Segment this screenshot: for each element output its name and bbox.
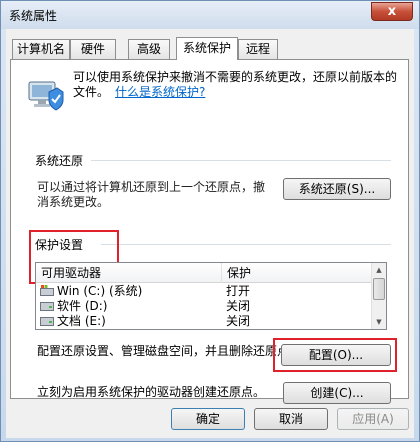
drive-row-d[interactable]: 软件 (D:) 关闭 bbox=[36, 299, 372, 314]
tab-computer-name[interactable]: 计算机名 bbox=[12, 39, 70, 59]
system-protection-icon bbox=[28, 81, 64, 111]
drive-icon bbox=[40, 302, 54, 311]
ok-button[interactable]: 确定 bbox=[171, 408, 245, 430]
what-is-system-protection-link[interactable]: 什么是系统保护? bbox=[115, 85, 205, 99]
create-description: 立刻为启用系统保护的驱动器创建还原点。 bbox=[37, 385, 266, 399]
protection-settings-separator bbox=[101, 244, 391, 245]
tab-system-protection[interactable]: 系统保护 bbox=[176, 37, 238, 60]
drive-row-e[interactable]: 文档 (E:) 关闭 bbox=[36, 314, 372, 329]
close-icon: x bbox=[387, 4, 397, 19]
column-protection[interactable]: 保护 bbox=[222, 263, 372, 283]
system-restore-separator bbox=[91, 160, 391, 161]
column-available-drives[interactable]: 可用驱动器 bbox=[36, 263, 222, 283]
scroll-up-arrow-icon[interactable]: ▲ bbox=[372, 263, 386, 277]
drive-protection-status: 关闭 bbox=[226, 314, 251, 328]
tab-hardware[interactable]: 硬件 bbox=[70, 39, 116, 59]
configure-description: 配置还原设置、管理磁盘空间，并且删除还原点。 bbox=[37, 344, 302, 358]
drive-name-cell: Win (C:) (系统) bbox=[40, 284, 142, 299]
close-button[interactable]: x bbox=[371, 2, 413, 21]
title-bar[interactable]: 系统属性 x bbox=[1, 1, 419, 29]
system-restore-description: 可以通过将计算机还原到上一个还原点，撤消系统更改。 bbox=[37, 180, 266, 209]
drive-name-cell: 文档 (E:) bbox=[40, 314, 106, 329]
drive-name: 软件 (D:) bbox=[57, 299, 108, 313]
apply-button[interactable]: 应用(A) bbox=[337, 408, 409, 430]
window-title: 系统属性 bbox=[9, 9, 58, 23]
drive-protection-status: 打开 bbox=[226, 284, 251, 298]
intro-text-block: 可以使用系统保护来撤消不需要的系统更改，还原以前版本的文件。 什么是系统保护? bbox=[73, 70, 398, 100]
scroll-thumb[interactable] bbox=[373, 278, 385, 300]
create-button[interactable]: 创建(C)... bbox=[283, 382, 391, 404]
drive-icon bbox=[40, 317, 54, 326]
drive-protection-status: 关闭 bbox=[226, 299, 251, 313]
tab-remote[interactable]: 远程 bbox=[238, 39, 278, 59]
system-properties-window: 系统属性 x 计算机名 硬件 高级 系统保护 远程 可以使用系统保护来撤消不需要… bbox=[0, 0, 420, 442]
drives-list[interactable]: 可用驱动器 保护 Win (C:) (系统) 打开 软件 (D:) 关闭 文档 … bbox=[35, 262, 387, 330]
system-restore-group-title: 系统还原 bbox=[35, 154, 84, 168]
windows-drive-icon bbox=[40, 285, 54, 296]
system-protection-panel: 可以使用系统保护来撤消不需要的系统更改，还原以前版本的文件。 什么是系统保护? 系… bbox=[10, 59, 409, 404]
system-restore-button[interactable]: 系统还原(S)... bbox=[283, 178, 391, 200]
drives-list-scrollbar[interactable]: ▲ ▼ bbox=[371, 263, 386, 329]
tab-advanced[interactable]: 高级 bbox=[128, 39, 170, 59]
highlight-box-configure bbox=[273, 338, 397, 372]
drive-name-cell: 软件 (D:) bbox=[40, 299, 107, 314]
drives-list-header: 可用驱动器 保护 bbox=[36, 263, 372, 283]
scroll-down-arrow-icon[interactable]: ▼ bbox=[372, 315, 386, 329]
drive-name: Win (C:) (系统) bbox=[57, 284, 143, 298]
dialog-client-area: 计算机名 硬件 高级 系统保护 远程 可以使用系统保护来撤消不需要的系统更改，还… bbox=[6, 29, 414, 438]
cancel-button[interactable]: 取消 bbox=[254, 408, 328, 430]
drive-name: 文档 (E:) bbox=[57, 314, 106, 328]
drive-row-c[interactable]: Win (C:) (系统) 打开 bbox=[36, 284, 372, 299]
